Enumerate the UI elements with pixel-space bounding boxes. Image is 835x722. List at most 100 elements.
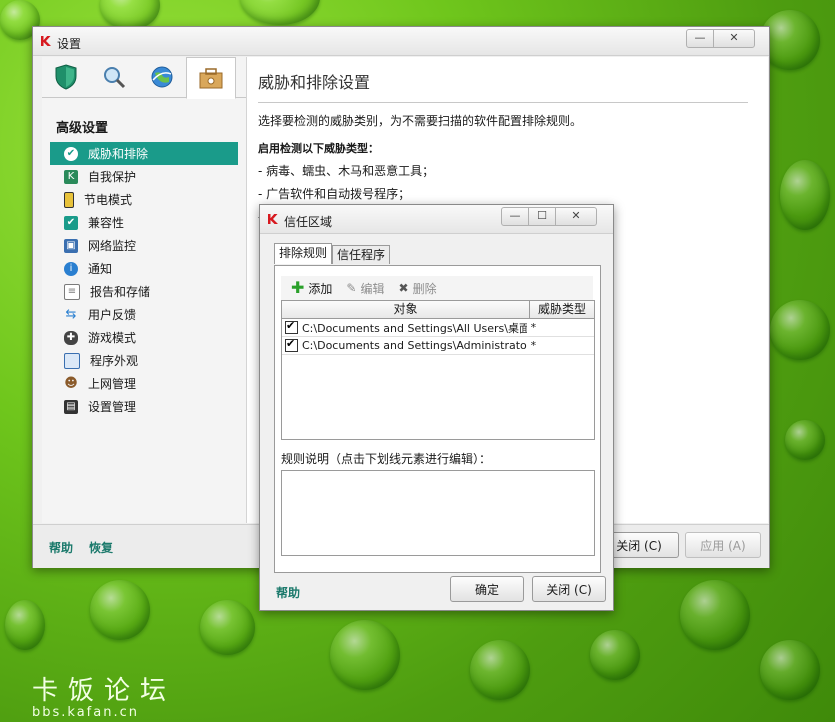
settings-sidebar: 高级设置 ✔ 威胁和排除 K 自我保护 节电模式 ✔ 兼容性 ▣ 网络监控 i … <box>42 57 247 523</box>
ok-button[interactable]: 确定 <box>450 576 524 602</box>
row-threat: * <box>530 339 537 352</box>
rule-description-box[interactable] <box>281 470 595 556</box>
page-description: 选择要检测的威胁类别，为不需要扫描的软件配置排除规则。 <box>258 114 583 128</box>
water-drop <box>470 640 530 700</box>
water-drop <box>200 600 255 655</box>
network-icon: ▣ <box>64 238 78 253</box>
sidebar-item-appearance[interactable]: 程序外观 <box>50 349 238 372</box>
user-icon: ☻ <box>64 376 78 391</box>
delete-label: 删除 <box>412 281 437 296</box>
close-button[interactable]: ✕ <box>713 29 755 48</box>
plus-icon: ✚ <box>291 278 305 297</box>
sidebar-item-network[interactable]: ▣ 网络监控 <box>50 234 238 257</box>
k-shield-icon: K <box>64 169 78 184</box>
row-threat: * <box>530 321 537 334</box>
detection-subheading: 启用检测以下威胁类型： <box>258 142 379 155</box>
dialog-window-controls: — ☐ ✕ <box>501 207 597 226</box>
row-checkbox[interactable] <box>285 339 298 352</box>
sidebar-item-gaming[interactable]: ✚ 游戏模式 <box>50 326 238 349</box>
settings-nav: ✔ 威胁和排除 K 自我保护 节电模式 ✔ 兼容性 ▣ 网络监控 i 通知 ≡ … <box>42 142 246 418</box>
sidebar-item-notifications[interactable]: i 通知 <box>50 257 238 280</box>
restore-link[interactable]: 恢复 <box>89 539 113 556</box>
maximize-button[interactable]: ☐ <box>528 207 556 226</box>
sidebar-item-reports[interactable]: ≡ 报告和存储 <box>50 280 238 303</box>
settings-titlebar[interactable]: 设置 — ✕ <box>33 27 769 56</box>
add-button[interactable]: ✚ 添加 <box>291 280 332 297</box>
column-threat-type[interactable]: 威胁类型 <box>530 301 594 318</box>
water-drop <box>90 580 150 640</box>
dialog-tabs: 排除规则 信任程序 <box>274 243 391 264</box>
edit-button[interactable]: ✎ 编辑 <box>346 280 384 297</box>
sidebar-item-label: 威胁和排除 <box>88 147 149 161</box>
window-controls: — ✕ <box>686 29 755 48</box>
tab-update[interactable] <box>138 58 186 96</box>
water-drop <box>590 630 640 680</box>
column-object[interactable]: 对象 <box>282 301 530 318</box>
trust-zone-dialog: 信任区域 — ☐ ✕ 排除规则 信任程序 ✚ 添加 ✎ 编辑 ✖ 删除 对象 威… <box>259 204 614 611</box>
sidebar-item-label: 节电模式 <box>84 193 133 207</box>
tab-scan[interactable] <box>90 58 138 96</box>
window-title: 设置 <box>57 37 82 51</box>
advanced-settings-heading: 高级设置 <box>56 121 109 136</box>
tab-protection[interactable] <box>42 58 90 96</box>
help-link[interactable]: 帮助 <box>276 584 300 601</box>
add-label: 添加 <box>308 281 333 296</box>
water-drop <box>770 300 830 360</box>
water-drop <box>785 420 825 460</box>
check-box-icon: ✔ <box>64 215 78 230</box>
tab-advanced[interactable] <box>186 57 236 99</box>
sidebar-item-label: 游戏模式 <box>88 331 137 345</box>
sidebar-item-label: 设置管理 <box>88 400 137 414</box>
threat-type-line: - 病毒、蠕虫、木马和恶意工具； <box>258 164 435 178</box>
globe-icon <box>151 66 173 88</box>
floppy-icon: ▤ <box>64 399 78 414</box>
pencil-icon: ✎ <box>346 281 357 295</box>
sidebar-item-manage-settings[interactable]: ▤ 设置管理 <box>50 395 238 418</box>
toolbox-icon <box>199 68 223 89</box>
table-row[interactable]: C:\Documents and Settings\Administrator\… <box>282 337 594 355</box>
magnifier-icon <box>104 67 126 89</box>
edit-label: 编辑 <box>360 281 385 296</box>
table-row[interactable]: C:\Documents and Settings\All Users\桌面\.… <box>282 319 594 337</box>
close-button[interactable]: 关闭 (C) <box>532 576 606 602</box>
exclusion-rules-panel: ✚ 添加 ✎ 编辑 ✖ 删除 对象 威胁类型 C:\Documents and … <box>274 265 601 573</box>
watermark: 卡饭论坛 bbs.kafan.cn <box>32 670 176 720</box>
apply-button[interactable]: 应用 (A) <box>685 532 761 558</box>
sidebar-item-power-saving[interactable]: 节电模式 <box>50 188 238 211</box>
water-drop <box>240 0 320 25</box>
exclusion-list: 对象 威胁类型 C:\Documents and Settings\All Us… <box>281 300 595 440</box>
help-link[interactable]: 帮助 <box>49 539 73 556</box>
sidebar-item-self-defense[interactable]: K 自我保护 <box>50 165 238 188</box>
close-button[interactable]: ✕ <box>555 207 597 226</box>
minimize-button[interactable]: — <box>501 207 529 226</box>
row-checkbox[interactable] <box>285 320 298 334</box>
sidebar-item-threats[interactable]: ✔ 威胁和排除 <box>50 142 238 165</box>
water-drop <box>680 580 750 650</box>
info-icon: i <box>64 261 78 276</box>
sidebar-item-label: 程序外观 <box>90 354 139 368</box>
tab-trusted-apps[interactable]: 信任程序 <box>332 245 391 264</box>
sidebar-item-label: 网络监控 <box>88 239 137 253</box>
minimize-button[interactable]: — <box>686 29 714 48</box>
sidebar-item-label: 用户反馈 <box>88 308 137 322</box>
delete-button[interactable]: ✖ 删除 <box>399 280 437 297</box>
sidebar-item-compatibility[interactable]: ✔ 兼容性 <box>50 211 238 234</box>
dialog-titlebar[interactable]: 信任区域 — ☐ ✕ <box>260 205 613 234</box>
kaspersky-logo-icon <box>41 36 51 46</box>
page-title: 威胁和排除设置 <box>258 73 371 92</box>
sidebar-item-label: 兼容性 <box>88 216 125 230</box>
sidebar-item-label: 报告和存储 <box>90 285 151 299</box>
appearance-icon <box>64 352 80 369</box>
shield-icon <box>55 64 77 90</box>
sidebar-item-feedback[interactable]: ⇆ 用户反馈 <box>50 303 238 326</box>
threat-type-line: - 广告软件和自动拨号程序； <box>258 187 411 201</box>
sidebar-item-parental[interactable]: ☻ 上网管理 <box>50 372 238 395</box>
water-drop <box>780 160 830 230</box>
rule-description-label: 规则说明（点击下划线元素进行编辑）： <box>281 452 492 466</box>
sidebar-item-label: 上网管理 <box>88 377 137 391</box>
title-divider <box>258 102 748 103</box>
section-tabs <box>42 57 246 99</box>
list-header: 对象 威胁类型 <box>282 301 594 319</box>
tab-exclusion-rules[interactable]: 排除规则 <box>274 243 333 264</box>
water-drop <box>760 640 820 700</box>
